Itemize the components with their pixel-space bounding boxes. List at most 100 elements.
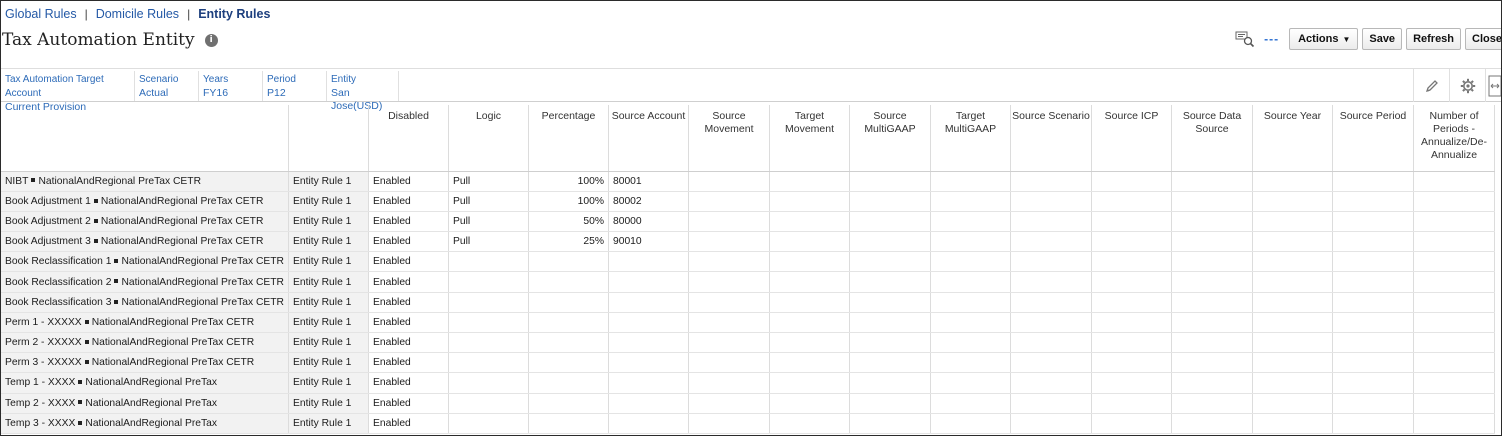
cell-empty[interactable] (849, 251, 931, 273)
cell-percentage[interactable] (528, 312, 609, 334)
cell-empty[interactable] (1010, 271, 1092, 293)
column-header[interactable]: Source Movement (688, 105, 770, 172)
cell-empty[interactable] (1171, 393, 1253, 414)
cell-empty[interactable] (769, 332, 850, 354)
cell-empty[interactable] (1332, 332, 1414, 354)
cell-empty[interactable] (1091, 251, 1172, 273)
cell-empty[interactable] (1252, 171, 1333, 192)
cell-disabled[interactable]: Enabled (368, 292, 449, 313)
cell-percentage[interactable] (528, 292, 609, 313)
cell-empty[interactable] (1171, 251, 1253, 273)
cell-empty[interactable] (1332, 292, 1414, 313)
cell-empty[interactable] (930, 332, 1011, 354)
cell-disabled[interactable]: Enabled (368, 393, 449, 414)
cell-source-account[interactable] (608, 251, 689, 273)
cell-logic[interactable] (448, 372, 529, 394)
cell-empty[interactable] (849, 312, 931, 334)
cell-empty[interactable] (1332, 372, 1414, 394)
cell-empty[interactable] (1171, 292, 1253, 313)
cell-empty[interactable] (1091, 393, 1172, 414)
cell-logic[interactable] (448, 393, 529, 414)
cell-logic[interactable]: Pull (448, 211, 529, 233)
column-header[interactable]: Target MultiGAAP (930, 105, 1011, 172)
cell-empty[interactable] (1252, 251, 1333, 273)
cell-empty[interactable] (1413, 372, 1495, 394)
cell-empty[interactable] (849, 171, 931, 192)
cell-percentage[interactable]: 100% (528, 191, 609, 212)
cell-logic[interactable]: Pull (448, 231, 529, 253)
cell-source-account[interactable]: 80001 (608, 171, 689, 192)
cell-empty[interactable] (1171, 352, 1253, 374)
column-header[interactable]: Source Account (608, 105, 689, 172)
cell-empty[interactable] (1413, 251, 1495, 273)
cell-empty[interactable] (1010, 312, 1092, 334)
breadcrumb-global-rules[interactable]: Global Rules (5, 7, 77, 21)
cell-empty[interactable] (688, 332, 770, 354)
cell-empty[interactable] (1171, 271, 1253, 293)
cell-empty[interactable] (1252, 332, 1333, 354)
cell-source-account[interactable] (608, 393, 689, 414)
cell-empty[interactable] (688, 372, 770, 394)
cell-empty[interactable] (1332, 393, 1414, 414)
cell-empty[interactable] (1252, 211, 1333, 233)
cell-empty[interactable] (1252, 372, 1333, 394)
cell-empty[interactable] (1332, 211, 1414, 233)
cell-empty[interactable] (1171, 413, 1253, 434)
cell-empty[interactable] (769, 352, 850, 374)
cell-empty[interactable] (849, 332, 931, 354)
cell-empty[interactable] (930, 251, 1011, 273)
cell-empty[interactable] (688, 413, 770, 434)
cell-empty[interactable] (1252, 393, 1333, 414)
cell-empty[interactable] (849, 211, 931, 233)
cell-empty[interactable] (1091, 352, 1172, 374)
cell-source-account[interactable] (608, 413, 689, 434)
cell-logic[interactable] (448, 271, 529, 293)
cell-empty[interactable] (769, 292, 850, 313)
cell-empty[interactable] (1010, 231, 1092, 253)
column-header[interactable]: Source Period (1332, 105, 1414, 172)
column-header[interactable]: Source Data Source (1171, 105, 1253, 172)
cell-empty[interactable] (688, 312, 770, 334)
cell-empty[interactable] (1332, 352, 1414, 374)
cell-source-account[interactable] (608, 332, 689, 354)
cell-empty[interactable] (1332, 413, 1414, 434)
pov-years[interactable]: Years FY16 (199, 71, 263, 101)
cell-empty[interactable] (1252, 292, 1333, 313)
cell-empty[interactable] (1252, 413, 1333, 434)
cell-empty[interactable] (1091, 211, 1172, 233)
cell-logic[interactable] (448, 332, 529, 354)
cell-percentage[interactable]: 100% (528, 171, 609, 192)
cell-logic[interactable] (448, 251, 529, 273)
pov-target-account[interactable]: Tax Automation Target Account Current Pr… (1, 71, 135, 113)
cell-logic[interactable] (448, 352, 529, 374)
gear-icon[interactable] (1449, 69, 1485, 102)
close-button[interactable]: Close (1465, 28, 1501, 50)
column-header[interactable]: Disabled (368, 105, 449, 172)
cell-empty[interactable] (1332, 191, 1414, 212)
cell-empty[interactable] (1010, 171, 1092, 192)
cell-empty[interactable] (769, 231, 850, 253)
column-header[interactable]: Logic (448, 105, 529, 172)
column-header[interactable]: Number of Periods - Annualize/De-Annuali… (1413, 105, 1495, 172)
cell-logic[interactable] (448, 292, 529, 313)
cell-disabled[interactable]: Enabled (368, 312, 449, 334)
cell-logic[interactable]: Pull (448, 191, 529, 212)
cell-empty[interactable] (1413, 332, 1495, 354)
cell-percentage[interactable] (528, 352, 609, 374)
cell-source-account[interactable]: 80000 (608, 211, 689, 233)
cell-empty[interactable] (1091, 292, 1172, 313)
cell-empty[interactable] (688, 352, 770, 374)
cell-disabled[interactable]: Enabled (368, 271, 449, 293)
pov-scenario[interactable]: Scenario Actual (135, 71, 199, 101)
cell-empty[interactable] (1252, 352, 1333, 374)
cell-empty[interactable] (1171, 332, 1253, 354)
cell-empty[interactable] (930, 413, 1011, 434)
cell-empty[interactable] (688, 191, 770, 212)
cell-empty[interactable] (769, 413, 850, 434)
cell-empty[interactable] (1252, 231, 1333, 253)
cell-empty[interactable] (849, 413, 931, 434)
cell-disabled[interactable]: Enabled (368, 332, 449, 354)
column-header[interactable]: Source MultiGAAP (849, 105, 931, 172)
cell-empty[interactable] (1413, 211, 1495, 233)
cell-percentage[interactable] (528, 413, 609, 434)
